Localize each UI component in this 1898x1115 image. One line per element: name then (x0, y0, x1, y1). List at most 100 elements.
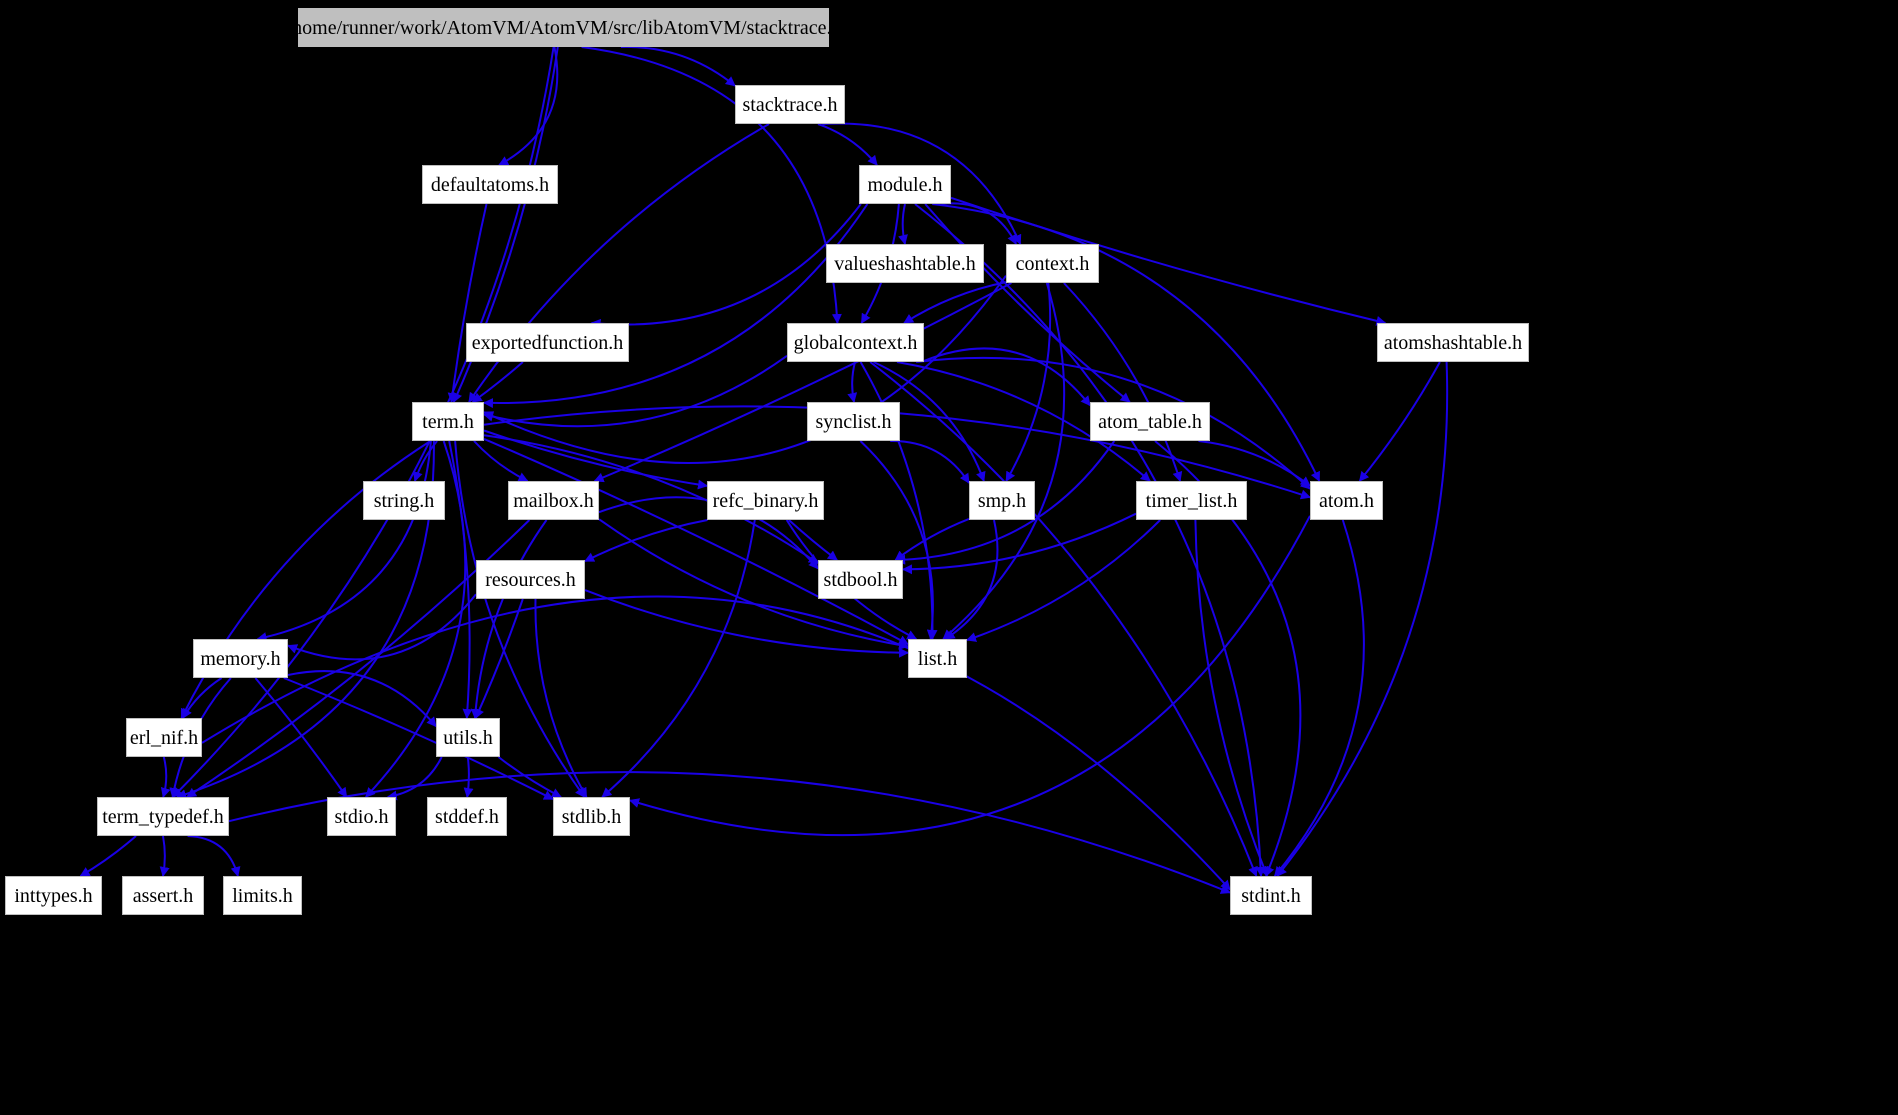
graph-node-label: term.h (422, 410, 474, 433)
graph-node-label: erl_nif.h (129, 726, 199, 749)
graph-node-label: /home/runner/work/AtomVM/AtomVM/src/libA… (286, 16, 841, 39)
graph-edge-utils-h-to-stddef-h (463, 756, 474, 798)
graph-node-label: globalcontext.h (793, 331, 918, 354)
graph-node-label: context.h (1015, 252, 1090, 275)
graph-node-label: utils.h (443, 726, 493, 749)
graph-node-stdint-h[interactable]: stdint.h (1230, 876, 1312, 915)
graph-node-label: stacktrace.h (742, 93, 838, 116)
graph-edge-refc-binary-h-to-resources-h (584, 519, 708, 563)
graph-node-label: stdbool.h (823, 568, 898, 591)
graph-edge-resources-h-to-list-h (584, 589, 909, 658)
graph-edge-timer-list-h-to-stdint-h (1194, 519, 1269, 877)
graph-node-timer-list-h[interactable]: timer_list.h (1136, 481, 1247, 520)
graph-node-stdbool-h[interactable]: stdbool.h (818, 560, 903, 599)
graph-node-label: stdint.h (1241, 884, 1301, 907)
graph-edge-atom-h-to-stdlib-h (629, 515, 1311, 837)
graph-node-atomshashtable-h[interactable]: atomshashtable.h (1377, 323, 1529, 362)
graph-node-label: valueshashtable.h (834, 252, 976, 275)
graph-edge-atom-h-to-stdint-h (1273, 519, 1365, 877)
graph-node-defaultatoms-h[interactable]: defaultatoms.h (422, 165, 558, 204)
graph-node-label: mailbox.h (513, 489, 594, 512)
graph-node-assert-h[interactable]: assert.h (122, 876, 204, 915)
graph-edge-term-h-to-memory-h (256, 440, 432, 642)
graph-edge-smp-h-to-list-h (944, 519, 999, 640)
graph-edge-refc-binary-h-to-stdlib-h (601, 519, 756, 798)
graph-node-context-h[interactable]: context.h (1006, 244, 1099, 283)
graph-node-limits-h[interactable]: limits.h (223, 876, 302, 915)
graph-node-inttypes-h[interactable]: inttypes.h (5, 876, 102, 915)
graph-node-refc-binary-h[interactable]: refc_binary.h (707, 481, 824, 520)
graph-node-label: defaultatoms.h (430, 173, 550, 196)
graph-node-label: string.h (373, 489, 435, 512)
graph-node-stdlib-h[interactable]: stdlib.h (553, 797, 630, 836)
graph-edge-context-h-to-globalcontext-h (903, 281, 1007, 324)
graph-node-term-h[interactable]: term.h (412, 402, 484, 441)
graph-edge-module-h-to-context-h (941, 202, 1017, 245)
graph-node-stddef-h[interactable]: stddef.h (427, 797, 507, 836)
graph-node-label: timer_list.h (1145, 489, 1238, 512)
graph-node-label: atomshashtable.h (1383, 331, 1523, 354)
graph-node-label: synclist.h (815, 410, 892, 433)
graph-node-module-h[interactable]: module.h (859, 165, 951, 204)
graph-edge-globalcontext-h-to-synclist-h (847, 361, 858, 403)
graph-node-resources-h[interactable]: resources.h (476, 560, 585, 599)
graph-edge-atomshashtable-h-to-atom-h (1358, 361, 1441, 482)
graph-edge-exportedfunction-h-to-term-h (471, 361, 524, 403)
graph-node-stdio-h[interactable]: stdio.h (327, 797, 396, 836)
graph-edge-stacktrace-h-to-module-h (817, 123, 878, 166)
graph-node-valueshashtable-h[interactable]: valueshashtable.h (826, 244, 984, 283)
graph-edge-synclist-h-to-list-h (859, 440, 937, 640)
graph-edge-module-h-to-valueshashtable-h (898, 203, 908, 245)
graph-node-mailbox-h[interactable]: mailbox.h (508, 481, 599, 520)
graph-node-globalcontext-h[interactable]: globalcontext.h (787, 323, 924, 362)
graph-edge-context-h-to-mailbox-h (593, 282, 1012, 483)
graph-node-atom-table-h[interactable]: atom_table.h (1090, 402, 1210, 441)
graph-node-synclist-h[interactable]: synclist.h (807, 402, 900, 441)
graph-node-erl-nif-h[interactable]: erl_nif.h (126, 718, 202, 757)
graph-node-label: refc_binary.h (712, 489, 819, 512)
graph-node-label: inttypes.h (14, 884, 93, 907)
graph-edge-timer-list-h-to-stdbool-h (902, 512, 1137, 575)
graph-node-label: limits.h (232, 884, 293, 907)
graph-edge-module-h-to-stdint-h (914, 203, 1266, 877)
graph-node-label: module.h (867, 173, 943, 196)
graph-node-string-h[interactable]: string.h (363, 481, 445, 520)
graph-node-label: list.h (917, 647, 958, 670)
graph-edge-erl-nif-h-to-stdint-h (201, 595, 1231, 891)
graph-edge-context-h-to-term-h (483, 275, 1007, 465)
graph-node-label: term_typedef.h (102, 805, 224, 828)
graph-edge-resources-h-to-utils-h (474, 598, 524, 719)
graph-node-atom-h[interactable]: atom.h (1310, 481, 1383, 520)
include-dependency-graph: /home/runner/work/AtomVM/AtomVM/src/libA… (0, 0, 1898, 1115)
graph-node-label: stdlib.h (561, 805, 622, 828)
graph-edge-context-h-to-timer-list-h (1063, 282, 1183, 482)
graph-node-label: exportedfunction.h (471, 331, 624, 354)
graph-edge-root-to-stacktrace-h (620, 45, 736, 87)
graph-node-utils-h[interactable]: utils.h (436, 718, 500, 757)
graph-node-stacktrace-h[interactable]: stacktrace.h (735, 85, 845, 124)
graph-node-label: smp.h (977, 489, 1027, 512)
graph-edge-erl-nif-h-to-term-typedef-h (160, 756, 171, 798)
graph-node-term-typedef-h[interactable]: term_typedef.h (97, 797, 229, 836)
graph-node-smp-h[interactable]: smp.h (969, 481, 1035, 520)
graph-node-list-h[interactable]: list.h (908, 639, 967, 678)
graph-node-label: atom_table.h (1098, 410, 1202, 433)
graph-node-exportedfunction-h[interactable]: exportedfunction.h (466, 323, 629, 362)
graph-edge-term-h-to-list-h (483, 437, 909, 646)
graph-node-label: stdio.h (334, 805, 389, 828)
graph-edge-defaultatoms-h-to-term-h (447, 203, 488, 403)
graph-edge-module-h-to-term-h (483, 203, 869, 409)
graph-node-memory-h[interactable]: memory.h (193, 639, 288, 678)
graph-node-label: memory.h (200, 647, 281, 670)
graph-node-root[interactable]: /home/runner/work/AtomVM/AtomVM/src/libA… (287, 8, 840, 47)
graph-node-label: atom.h (1319, 489, 1374, 512)
graph-edge-smp-h-to-stdbool-h (894, 517, 970, 561)
graph-edge-term-typedef-h-to-assert-h (159, 835, 170, 877)
graph-edge-resources-h-to-stdlib-h (534, 598, 588, 798)
graph-edge-memory-h-to-stdlib-h (283, 677, 554, 801)
graph-edge-context-h-to-list-h (942, 282, 1066, 640)
graph-node-label: stddef.h (435, 805, 499, 828)
graph-edge-refc-binary-h-to-stdbool-h (788, 519, 838, 561)
graph-edge-term-typedef-h-to-inttypes-h (79, 835, 137, 877)
edge-paths (79, 45, 1449, 894)
